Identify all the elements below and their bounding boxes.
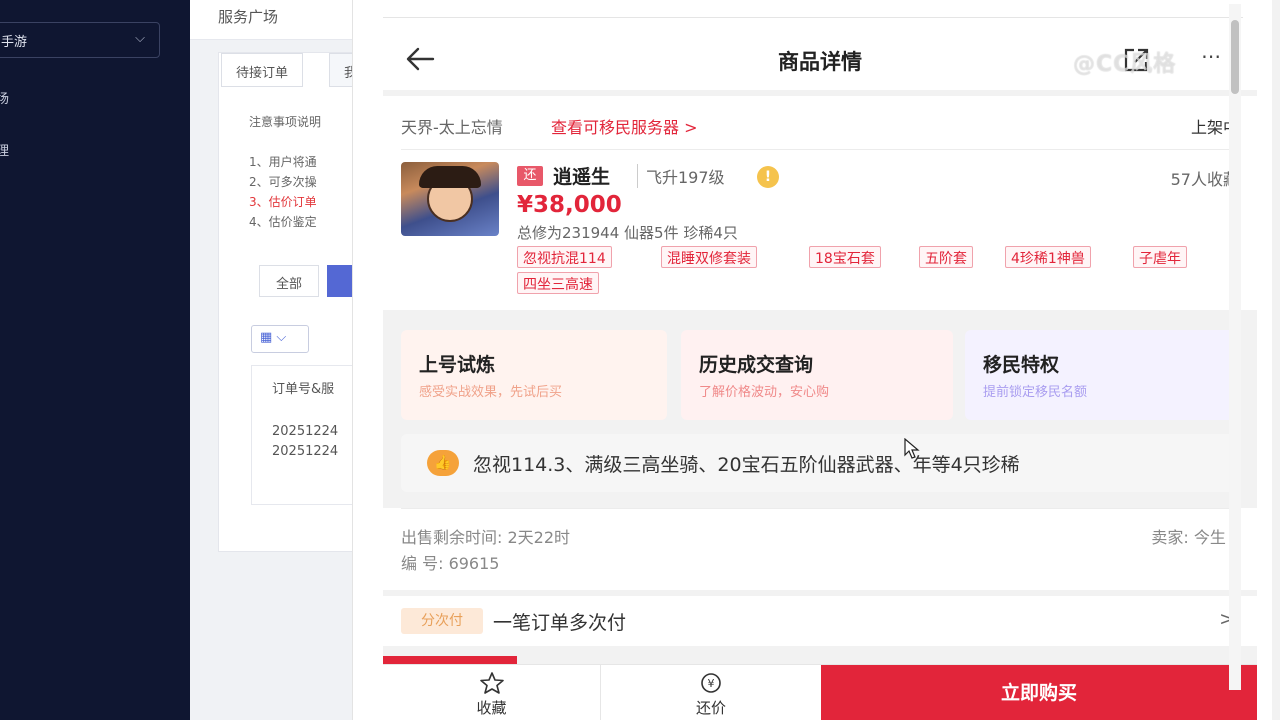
notice-line-3: 3、估价订单 [249,195,317,209]
sidebar-item-label: 场 [0,92,10,107]
view-migration-servers-link[interactable]: 查看可移民服务器 > [551,114,698,138]
tab-label: 我 [344,66,352,81]
buy-now-button[interactable]: 立即购买 [821,665,1257,720]
sidebar-item-2[interactable]: 理 [0,140,9,159]
product-price: ¥38,000 [517,192,622,218]
svg-text:¥: ¥ [708,677,715,690]
feature-subtitle: 了解价格波动，安心购 [699,385,830,400]
grid-icon: ▦ ⌵ [260,330,287,345]
feature-tag: 忽视抗混114 [517,246,612,268]
listing-info: 出售剩余时间: 2天22时 卖家: 今生 ˅ 编 号: 69615 [383,508,1257,590]
filter-all-button[interactable]: 全部 [259,265,320,297]
product-name: 逍遥生 [553,166,611,188]
installment-text: 一笔订单多次付 [493,612,627,634]
yen-coin-icon: ¥ [701,673,721,693]
mouse-cursor-icon [904,438,920,459]
feature-tag: 4珍稀1神兽 [1005,246,1091,268]
star-icon [479,672,504,694]
chevron-down-icon: ⌵ [135,31,145,46]
service-plaza-page: 服务广场 待接订单 我 注意事项说明 1、用户将通 2、可多次操 3、估价订单 … [190,0,352,720]
nav-bar: 商品详情 ⋯ @CC风格 [383,30,1257,90]
feature-title: 移民特权 [983,354,1060,376]
notice-line-1: 1、用户将通 [249,155,317,169]
notice-title: 注意事项说明 [249,115,322,129]
feature-subtitle: 感受实战效果，先试后买 [419,385,563,400]
sidebar-item-1[interactable]: 场 [0,88,9,107]
feature-subtitle: 提前锁定移民名额 [983,385,1088,400]
notice-line-4: 4、估价鉴定 [249,215,317,229]
character-level: 飞升197级 [637,164,725,188]
counter-offer-button[interactable]: ¥ 还价 [601,665,821,720]
avatar-hair [419,166,481,188]
filter-primary-button[interactable] [327,265,352,297]
tab-pending-orders[interactable]: 待接订单 [221,53,304,87]
product-stats: 总修为231944 仙器5件 珍稀4只 [517,224,738,242]
thumbs-up-icon: 👍 [427,450,459,476]
feature-tag: 五阶套 [919,246,973,268]
feature-title: 上号试炼 [419,354,496,376]
product-detail-modal: 商品详情 ⋯ @CC风格 天界-太上忘情 查看可移民服务器 > 上架中 还 逍遥… [352,0,1272,720]
serial-number: 编 号: 69615 [401,554,500,573]
favorite-button[interactable]: 收藏 [383,665,601,720]
mobile-preview: 商品详情 ⋯ @CC风格 天界-太上忘情 查看可移民服务器 > 上架中 还 逍遥… [383,30,1257,720]
feature-title: 历史成交查询 [699,354,814,376]
sidebar-item-label: 理 [0,144,10,159]
migration-privilege-card[interactable]: 移民特权 提前锁定移民名额 [965,330,1239,420]
character-avatar[interactable] [401,162,499,236]
product-card: 天界-太上忘情 查看可移民服务器 > 上架中 还 逍遥生 飞升197级 ! 57… [383,96,1257,310]
divider [401,508,1239,509]
bottom-action-bar: 收藏 ¥ 还价 立即购买 [383,664,1257,720]
remaining-time: 出售剩余时间: 2天22时 [401,528,571,547]
tab-indicator [383,656,517,664]
modal-header [383,0,1243,18]
installment-badge: 分次付 [401,608,483,634]
installment-row[interactable]: 分次付 一笔订单多次付 > [383,596,1257,646]
server-name: 天界-太上忘情 [401,118,503,137]
service-features: 上号试炼 感受实战效果，先试后买 历史成交查询 了解价格波动，安心购 移民特权 … [401,330,1239,420]
trial-login-card[interactable]: 上号试炼 感受实战效果，先试后买 [401,330,667,420]
page-header: 服务广场 [190,0,352,40]
feature-tag: 四坐三高速 [517,272,599,294]
feature-tag: 18宝石套 [809,246,881,268]
seller-highlight: 👍 忽视114.3、满级三高坐骑、20宝石五阶仙器武器、年等4只珍稀 [401,434,1239,492]
table-row[interactable]: 20251224 [272,444,338,459]
scrollbar-thumb[interactable] [1231,20,1239,94]
table-header: 订单号&服 [272,382,335,397]
notice-line-2: 2、可多次操 [249,175,317,189]
more-icon[interactable]: ⋯ [1201,44,1221,68]
orders-table: 订单号&服 20251224 20251224 [251,365,352,505]
favorite-label: 收藏 [476,699,507,717]
tab-my-orders[interactable]: 我 [329,53,352,87]
feature-tag: 子虐年 [1133,246,1187,268]
feature-tag: 混睡双修套装 [661,246,757,268]
highlight-text: 忽视114.3、满级三高坐骑、20宝石五阶仙器武器、年等4只珍稀 [473,454,1020,476]
warning-icon[interactable]: ! [757,166,779,188]
watermark: @CC风格 [1073,52,1177,77]
counter-offer-label: 还价 [695,699,726,717]
page-title: 服务广场 [218,8,279,26]
server-row: 天界-太上忘情 查看可移民服务器 > 上架中 [401,110,1239,150]
scrollbar[interactable] [1229,4,1241,690]
tab-label: 待接订单 [236,66,289,81]
seller-name[interactable]: 卖家: 今生 ˅ [1151,524,1239,548]
admin-sidebar: 手游 ⌵ 场 理 [0,0,190,720]
column-settings-button[interactable]: ▦ ⌵ [251,325,309,353]
orders-card: 待接订单 我 注意事项说明 1、用户将通 2、可多次操 3、估价订单 4、估价鉴… [218,52,352,552]
history-query-card[interactable]: 历史成交查询 了解价格波动，安心购 [681,330,953,420]
bargain-tag: 还 [517,166,543,186]
game-type-select-value: 手游 [1,34,28,50]
game-type-select[interactable]: 手游 ⌵ [0,22,160,58]
table-row[interactable]: 20251224 [272,424,338,439]
